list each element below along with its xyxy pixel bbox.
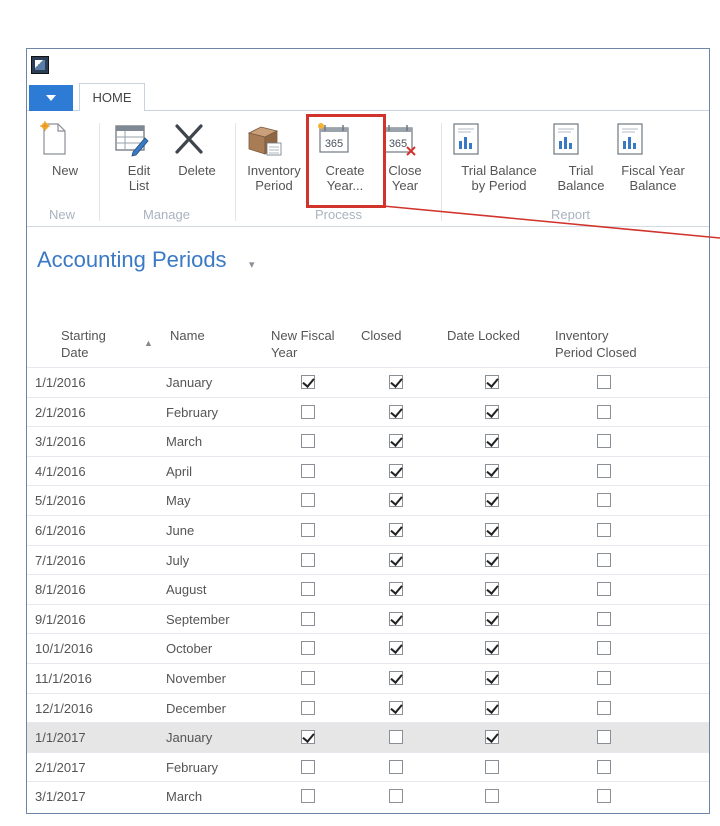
annotation-arrow: [382, 205, 720, 239]
